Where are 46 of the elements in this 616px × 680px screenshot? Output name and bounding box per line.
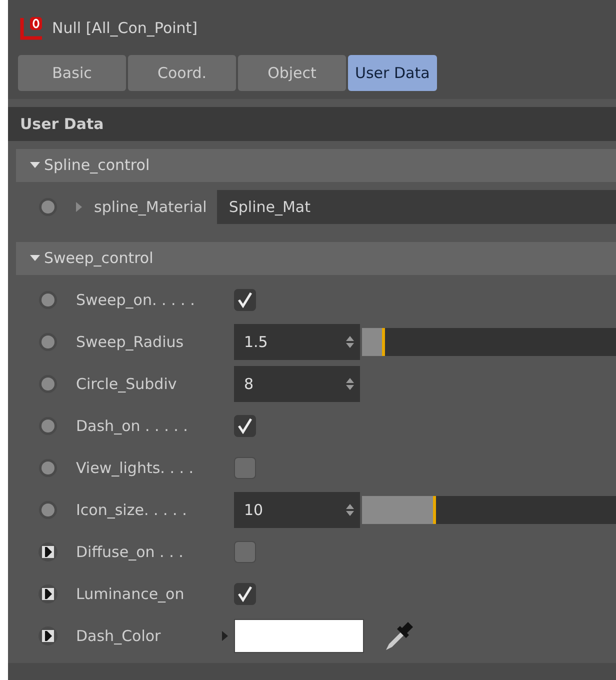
tab[interactable]: Basic <box>18 54 126 91</box>
param-label: Sweep_Radius <box>76 332 185 351</box>
param-label: Sweep_on. . . . . <box>76 290 196 309</box>
tab[interactable]: Coord. <box>128 54 236 91</box>
param-label: Dash_on . . . . . <box>76 416 189 435</box>
slider[interactable] <box>362 496 616 524</box>
window-title: Null [All_Con_Point] <box>52 19 198 38</box>
color-swatch[interactable] <box>234 618 364 653</box>
animation-circle-icon[interactable] <box>38 458 58 478</box>
animation-circle-icon[interactable] <box>38 374 58 394</box>
number-field[interactable]: 10 <box>234 492 360 528</box>
param-label: Icon_size. . . . . <box>76 500 188 519</box>
spinner-arrows-icon[interactable] <box>346 378 354 390</box>
param-label: Luminance_on <box>76 584 186 603</box>
tab[interactable]: User Data <box>348 54 437 91</box>
checkbox[interactable] <box>234 540 256 563</box>
spinner-arrows-icon[interactable] <box>346 504 354 516</box>
collapse-triangle-icon[interactable] <box>30 162 40 168</box>
keyframe-icon[interactable] <box>38 584 58 604</box>
animation-circle-icon[interactable] <box>38 332 58 352</box>
param-label: Circle_Subdiv <box>76 374 178 393</box>
section-header: User Data <box>8 107 616 141</box>
group-header[interactable]: Spline_control <box>16 148 616 182</box>
slider[interactable] <box>362 328 616 356</box>
number-field[interactable]: 1.5 <box>234 324 360 360</box>
number-field[interactable]: 8 <box>234 366 360 402</box>
keyframe-icon[interactable] <box>38 542 58 562</box>
param-label: Dash_Color <box>76 626 162 645</box>
checkbox[interactable] <box>234 414 256 437</box>
param-label: spline_Material <box>94 198 207 216</box>
group-header[interactable]: Sweep_control <box>16 242 616 275</box>
link-field[interactable]: Spline_Mat <box>216 190 616 224</box>
checkbox[interactable] <box>234 456 256 479</box>
keyframe-icon[interactable] <box>38 626 58 646</box>
spinner-arrows-icon[interactable] <box>346 336 354 348</box>
param-label: Diffuse_on . . . <box>76 542 184 561</box>
animation-circle-icon[interactable] <box>38 416 58 436</box>
animation-circle-icon[interactable] <box>38 500 58 520</box>
collapse-triangle-icon[interactable] <box>30 255 40 262</box>
checkbox[interactable] <box>234 582 256 605</box>
param-label: View_lights. . . . <box>76 458 195 477</box>
expand-arrow-icon[interactable] <box>222 630 228 641</box>
tab[interactable]: Object <box>238 54 346 91</box>
animation-circle-icon[interactable] <box>38 290 58 310</box>
checkbox[interactable] <box>234 288 256 311</box>
animation-circle-icon[interactable] <box>38 196 58 217</box>
